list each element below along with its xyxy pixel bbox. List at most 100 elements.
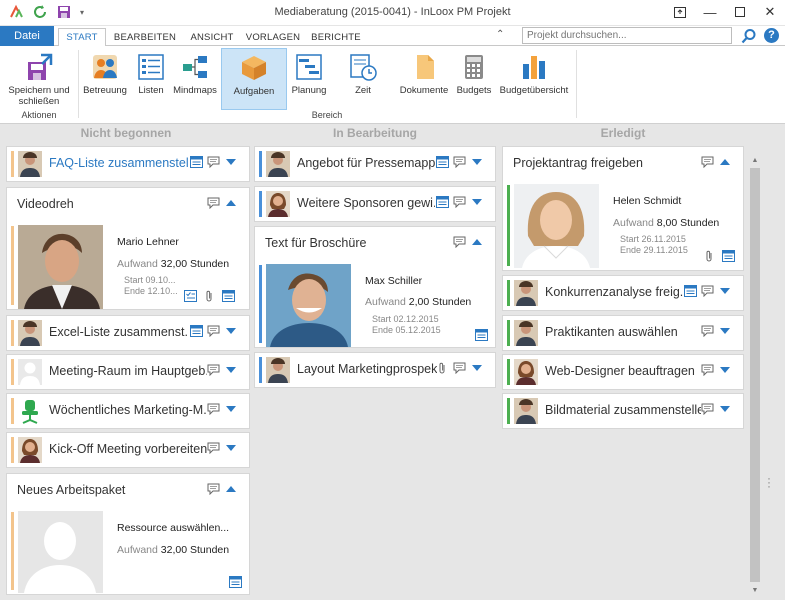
help-icon[interactable]: ? (764, 28, 779, 43)
board-icon[interactable] (722, 250, 735, 262)
close-icon[interactable]: ✕ (755, 0, 785, 24)
task-title[interactable]: Videodreh (17, 197, 167, 211)
task-title[interactable]: Weitere Sponsoren gewi... (297, 196, 435, 210)
task-title[interactable]: Konkurrenzanalyse freig... (545, 285, 683, 299)
comment-icon[interactable] (453, 362, 466, 374)
task-card-layout[interactable]: Layout Marketingprospekt (254, 352, 496, 388)
expand-icon[interactable] (226, 328, 236, 334)
comment-icon[interactable] (207, 197, 220, 209)
planung-button[interactable]: Planung (290, 48, 328, 110)
tab-berichte[interactable]: BERICHTE (308, 28, 364, 47)
comment-icon[interactable] (207, 403, 220, 415)
attachment-icon[interactable] (436, 362, 449, 374)
tab-file[interactable]: Datei (0, 26, 54, 46)
expand-icon[interactable] (472, 199, 482, 205)
comment-icon[interactable] (701, 285, 714, 297)
task-title[interactable]: Angebot für Pressemapp... (297, 156, 435, 170)
splitter-grip-icon[interactable]: · · · (767, 472, 771, 492)
collapse-ribbon-icon[interactable]: ⌃ (496, 29, 504, 40)
task-card-praktikanten[interactable]: Praktikanten auswählen (502, 315, 744, 351)
task-card-projektantrag[interactable]: Projektantrag freigeben Helen Schmidt Au… (502, 146, 744, 271)
scroll-up-icon[interactable]: ▲ (750, 156, 760, 166)
assignee-select[interactable]: Ressource auswählen... (117, 522, 229, 534)
board-icon[interactable] (229, 576, 242, 588)
task-card-broschuere[interactable]: Text für Broschüre Max Schiller Aufwand … (254, 226, 496, 348)
task-title[interactable]: Web-Designer beauftragen (545, 364, 701, 378)
maximize-icon[interactable] (725, 0, 755, 24)
task-title[interactable]: Text für Broschüre (265, 236, 415, 250)
task-title[interactable]: Meeting-Raum im Hauptgeb... (49, 364, 207, 378)
scrollbar-thumb[interactable] (750, 168, 760, 582)
task-title[interactable]: Praktikanten auswählen (545, 325, 701, 339)
search-icon[interactable] (741, 28, 757, 44)
checklist-icon[interactable] (184, 290, 197, 302)
expand-icon[interactable] (226, 159, 236, 165)
attachment-icon[interactable] (203, 290, 216, 302)
expand-icon[interactable] (472, 365, 482, 371)
listen-button[interactable]: Listen (132, 48, 170, 110)
restore-ribbon-icon[interactable] (665, 0, 695, 24)
comment-icon[interactable] (207, 364, 220, 376)
comment-icon[interactable] (207, 442, 220, 454)
expand-icon[interactable] (226, 445, 236, 451)
tab-vorlagen[interactable]: VORLAGEN (244, 28, 302, 47)
task-title[interactable]: Layout Marketingprospekt (297, 362, 437, 376)
task-title[interactable]: Wöchentliches Marketing-M... (49, 403, 207, 417)
task-card-meeting-raum[interactable]: Meeting-Raum im Hauptgeb... (6, 354, 250, 390)
comment-icon[interactable] (207, 483, 220, 495)
betreuung-button[interactable]: Betreuung (82, 48, 128, 110)
expand-icon[interactable] (720, 328, 730, 334)
tab-ansicht[interactable]: ANSICHT (184, 28, 240, 47)
minimize-icon[interactable]: — (695, 0, 725, 24)
comment-icon[interactable] (453, 196, 466, 208)
comment-icon[interactable] (701, 364, 714, 376)
comment-icon[interactable] (453, 156, 466, 168)
board-icon[interactable] (436, 156, 449, 168)
board-icon[interactable] (190, 325, 203, 337)
comment-icon[interactable] (207, 325, 220, 337)
board-icon[interactable] (475, 329, 488, 341)
board-icon[interactable] (190, 156, 203, 168)
save-close-button[interactable]: Speichern und schließen (4, 48, 74, 110)
board-icon[interactable] (222, 290, 235, 302)
project-search-input[interactable] (522, 27, 732, 44)
expand-icon[interactable] (226, 367, 236, 373)
expand-icon[interactable] (720, 288, 730, 294)
zeit-button[interactable]: Zeit (344, 48, 382, 110)
budgetuebersicht-button[interactable]: Budgetübersicht (498, 48, 570, 110)
collapse-icon[interactable] (720, 159, 730, 165)
task-title[interactable]: FAQ-Liste zusammenstell... (49, 156, 189, 170)
board-icon[interactable] (684, 285, 697, 297)
task-title[interactable]: Projektantrag freigeben (513, 156, 663, 170)
task-card-kickoff[interactable]: Kick-Off Meeting vorbereiten (6, 432, 250, 468)
comment-icon[interactable] (207, 156, 220, 168)
task-card-webdesigner[interactable]: Web-Designer beauftragen (502, 354, 744, 390)
expand-icon[interactable] (226, 406, 236, 412)
task-title[interactable]: Neues Arbeitspaket (17, 483, 167, 497)
budgets-button[interactable]: Budgets (454, 48, 494, 110)
task-card-konkurrenzanalyse[interactable]: Konkurrenzanalyse freig... (502, 275, 744, 311)
board-icon[interactable] (436, 196, 449, 208)
task-title[interactable]: Excel-Liste zusammenst... (49, 325, 189, 339)
comment-icon[interactable] (453, 236, 466, 248)
task-card-weekly-marketing[interactable]: Wöchentliches Marketing-M... (6, 393, 250, 429)
dokumente-button[interactable]: Dokumente (398, 48, 450, 110)
expand-icon[interactable] (720, 367, 730, 373)
aufgaben-button[interactable]: Aufgaben (221, 48, 287, 110)
collapse-icon[interactable] (226, 200, 236, 206)
task-card-angebot[interactable]: Angebot für Pressemapp... (254, 146, 496, 182)
comment-icon[interactable] (701, 403, 714, 415)
collapse-icon[interactable] (472, 239, 482, 245)
collapse-icon[interactable] (226, 486, 236, 492)
comment-icon[interactable] (701, 156, 714, 168)
task-title[interactable]: Kick-Off Meeting vorbereiten (49, 442, 207, 456)
task-card-videodreh[interactable]: Videodreh Mario Lehner Aufwand 32,00 Stu… (6, 187, 250, 310)
task-card-sponsoren[interactable]: Weitere Sponsoren gewi... (254, 186, 496, 222)
tab-start[interactable]: START (58, 28, 106, 47)
task-title[interactable]: Bildmaterial zusammenstellen (545, 403, 701, 417)
scroll-down-icon[interactable]: ▼ (750, 586, 760, 596)
task-card-excel[interactable]: Excel-Liste zusammenst... (6, 315, 250, 351)
expand-icon[interactable] (472, 159, 482, 165)
task-card-faq[interactable]: FAQ-Liste zusammenstell... (6, 146, 250, 182)
task-card-neues-arbeitspaket[interactable]: Neues Arbeitspaket Ressource auswählen..… (6, 473, 250, 595)
